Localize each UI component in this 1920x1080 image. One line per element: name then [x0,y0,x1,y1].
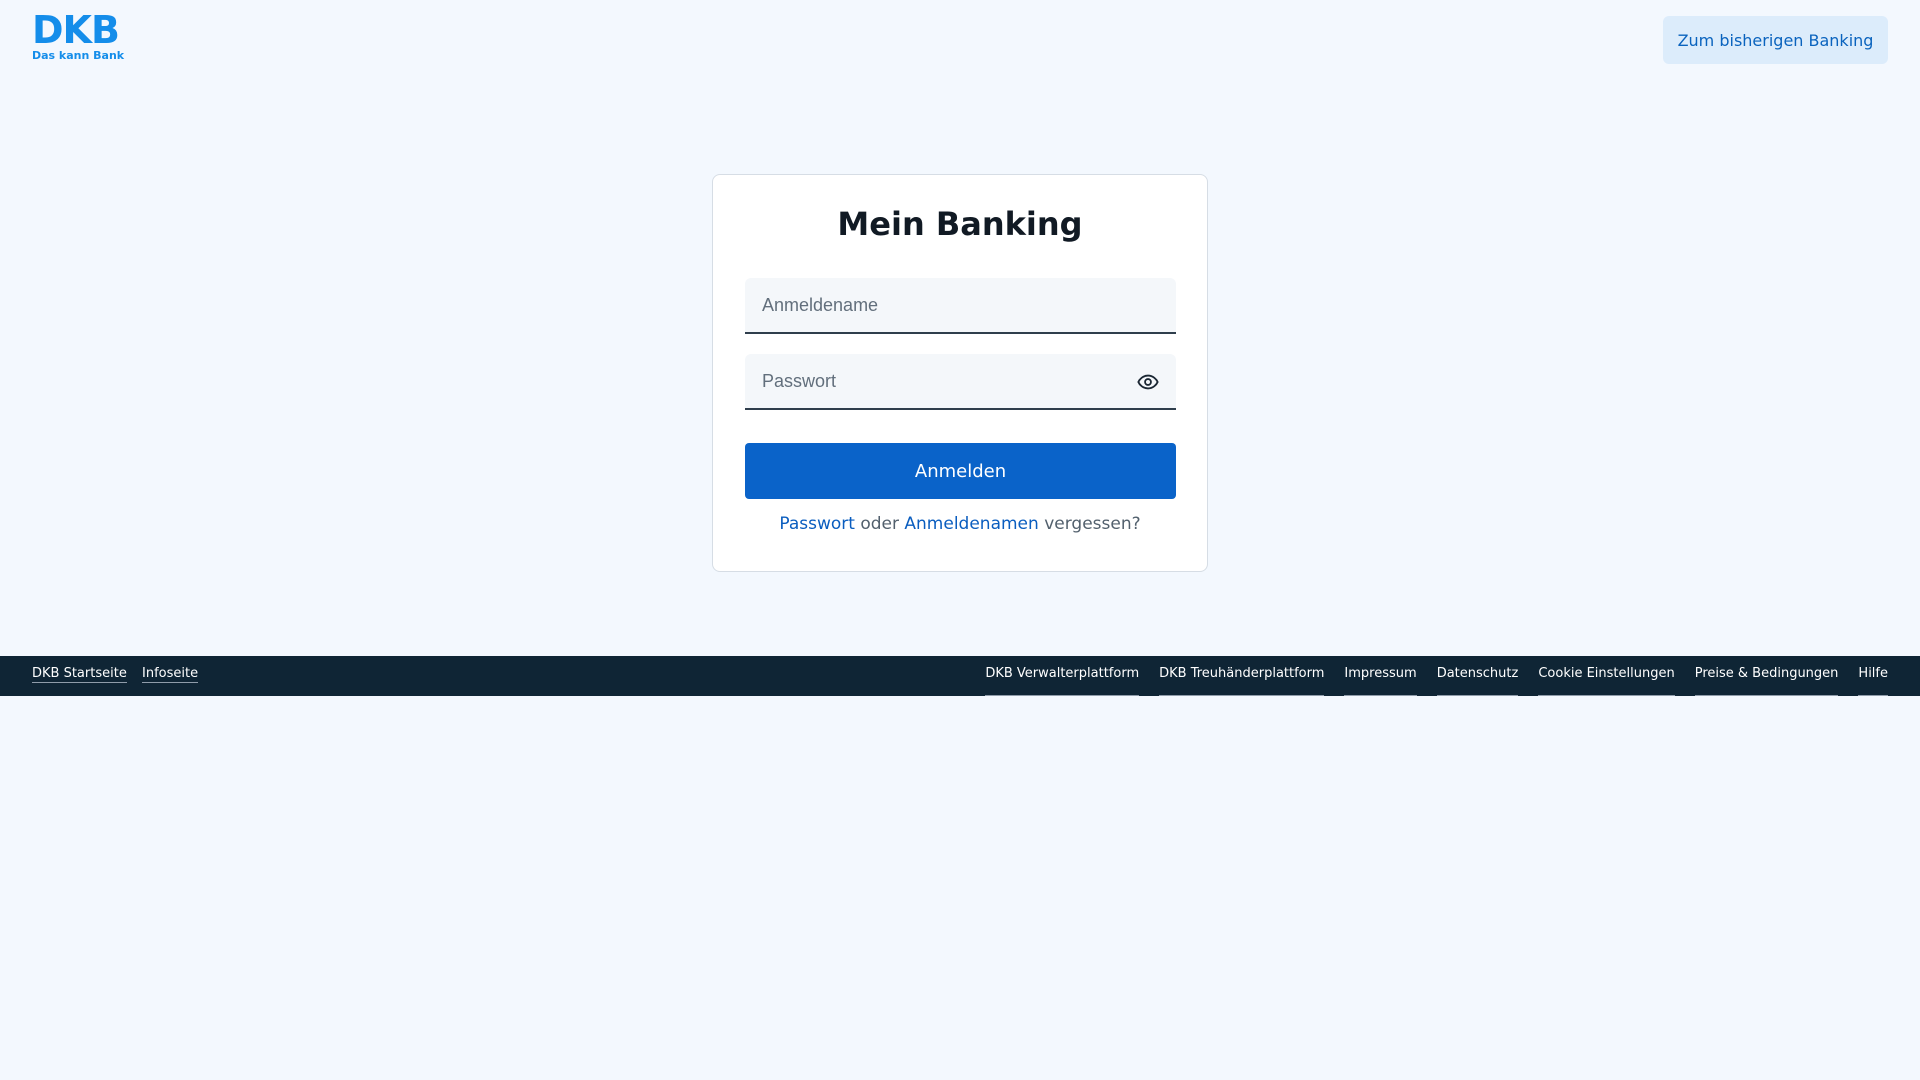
forgot-suffix-text: vergessen? [1038,514,1141,534]
footer-link-treuhaenderplattform[interactable]: DKB Treuhänderplattform [1159,666,1325,696]
forgot-password-link[interactable]: Passwort [779,514,855,534]
login-card: Mein Banking Anmelden Passwort oder Anme… [712,174,1208,572]
password-field-container [745,354,1176,410]
footer-link-datenschutz[interactable]: Datenschutz [1436,666,1519,696]
logo-wordmark: DKB [32,8,120,52]
show-password-toggle[interactable] [1136,370,1160,394]
page-title: Mein Banking [837,205,1083,243]
footer-link-dkb-startseite[interactable]: DKB Startseite [32,666,127,683]
legacy-banking-button[interactable]: Zum bisherigen Banking [1663,16,1888,64]
site-header: DKB Das kann Bank Zum bisherigen Banking [0,0,1920,80]
forgot-credentials-text: Passwort oder Anmeldenamen vergessen? [713,514,1207,534]
footer-link-hilfe[interactable]: Hilfe [1858,666,1888,696]
forgot-username-link[interactable]: Anmeldenamen [904,514,1038,534]
footer-link-verwalterplattform[interactable]: DKB Verwalterplattform [985,666,1140,696]
login-button[interactable]: Anmelden [745,443,1176,499]
footer-link-impressum[interactable]: Impressum [1344,666,1417,696]
username-field-container [745,278,1176,334]
footer-link-cookie-einstellungen[interactable]: Cookie Einstellungen [1538,666,1675,696]
footer-link-infoseite[interactable]: Infoseite [142,666,199,683]
username-input[interactable] [745,278,1176,332]
logo-tagline: Das kann Bank [32,49,125,62]
site-footer: DKB Startseite Infoseite DKB Verwalterpl… [0,656,1920,696]
eye-icon [1137,374,1159,390]
footer-right-links: DKB Verwalterplattform DKB Treuhänderpla… [985,656,1888,696]
dkb-logo[interactable]: DKB Das kann Bank [32,11,124,62]
password-input[interactable] [745,354,1176,408]
footer-link-preise-bedingungen[interactable]: Preise & Bedingungen [1694,666,1839,696]
forgot-or-text: oder [854,514,905,534]
